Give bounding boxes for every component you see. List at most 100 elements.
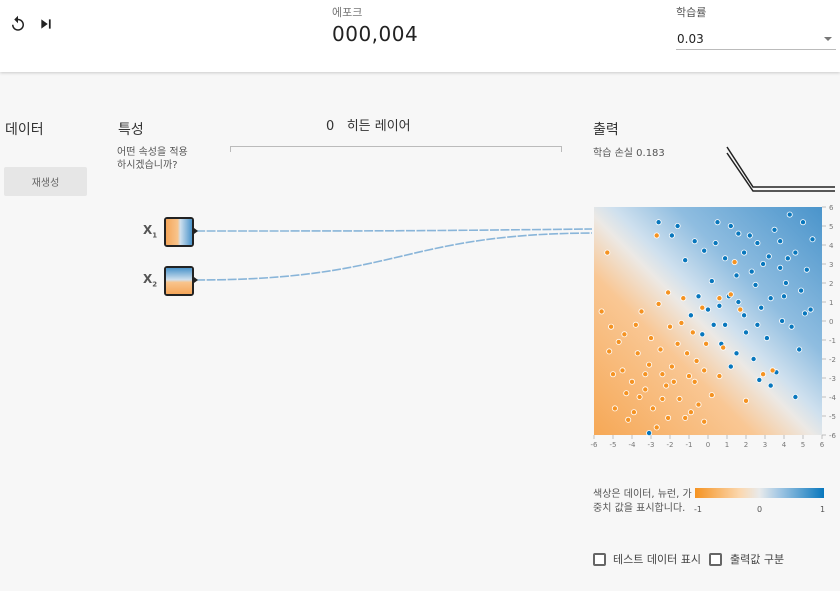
data-point-blue — [792, 249, 799, 256]
data-point-blue — [722, 255, 729, 262]
data-point-orange — [678, 319, 685, 326]
data-point-blue — [754, 240, 761, 247]
data-point-orange — [632, 321, 639, 328]
data-point-orange — [642, 371, 649, 378]
data-point-orange — [655, 300, 662, 307]
x-tick-label: -1 — [686, 441, 693, 449]
hidden-layer-count: 0 — [326, 119, 335, 134]
color-scale-tick-max: 1 — [820, 505, 826, 514]
epoch-value: 000,004 — [332, 22, 419, 46]
data-point-orange — [687, 409, 694, 416]
data-point-blue — [735, 299, 742, 306]
x-tick-label: 4 — [782, 441, 787, 449]
data-point-blue — [710, 321, 717, 328]
y-tick-label: -1 — [829, 337, 836, 345]
data-point-blue — [750, 355, 757, 362]
data-point-blue — [784, 255, 791, 262]
data-point-orange — [611, 405, 618, 412]
data-point-orange — [642, 386, 649, 393]
data-point-blue — [801, 310, 808, 317]
learning-rate-value: 0.03 — [677, 32, 704, 46]
feature-label-x1: X1 — [143, 223, 158, 240]
data-point-orange — [686, 373, 693, 380]
learning-rate-label: 학습률 — [676, 6, 707, 19]
feature-x2-node[interactable] — [164, 266, 194, 296]
data-point-blue — [655, 219, 662, 226]
data-point-blue — [767, 295, 774, 302]
x-tick-label: 2 — [744, 441, 748, 449]
data-point-orange — [657, 346, 664, 353]
feature-x2-heatmap — [166, 268, 192, 294]
discretize-output-label: 출력값 구분 — [730, 553, 785, 566]
data-point-orange — [691, 378, 698, 385]
data-point-orange — [665, 289, 672, 296]
data-point-blue — [807, 306, 814, 313]
discretize-output-checkbox[interactable] — [709, 553, 722, 566]
data-point-orange — [653, 424, 660, 431]
data-point-orange — [701, 367, 708, 374]
learning-rate-select[interactable]: 0.03 — [676, 26, 836, 50]
data-point-orange — [682, 414, 689, 421]
data-point-blue — [777, 264, 784, 271]
data-point-orange — [659, 371, 666, 378]
show-test-data-checkbox[interactable] — [593, 553, 606, 566]
x-tick-label: -6 — [591, 441, 599, 449]
color-scale-tick-min: -1 — [694, 505, 702, 514]
data-point-blue — [646, 430, 653, 437]
data-point-blue — [777, 238, 784, 245]
regenerate-button[interactable]: 재생성 — [4, 167, 87, 196]
data-point-blue — [727, 222, 734, 229]
data-point-blue — [727, 363, 734, 370]
data-point-orange — [731, 259, 738, 266]
data-point-blue — [796, 346, 803, 353]
data-point-orange — [636, 393, 643, 400]
y-tick-label: -2 — [829, 356, 836, 364]
data-point-orange — [742, 397, 749, 404]
data-point-orange — [701, 418, 708, 425]
output-title: 출력 — [593, 122, 619, 138]
data-point-blue — [695, 293, 702, 300]
data-point-blue — [722, 321, 729, 328]
data-point-orange — [693, 357, 700, 364]
x-tick-label: 0 — [706, 441, 710, 449]
data-point-blue — [687, 312, 694, 319]
data-point-blue — [733, 350, 740, 357]
data-point-blue — [746, 232, 753, 239]
feature-x2-arrow — [194, 277, 198, 283]
data-point-orange — [619, 367, 626, 374]
data-point-blue — [763, 335, 770, 342]
y-tick-label: -6 — [829, 432, 837, 440]
data-point-orange — [659, 395, 666, 402]
data-point-orange — [769, 367, 776, 374]
show-test-data-label: 테스트 데이터 표시 — [613, 553, 701, 566]
data-point-blue — [771, 226, 778, 233]
data-point-blue — [748, 268, 755, 275]
y-tick-label: 1 — [829, 299, 833, 307]
y-tick-label: 0 — [829, 318, 833, 326]
step-icon[interactable] — [37, 14, 55, 34]
feature-x1-node[interactable] — [164, 217, 194, 247]
reset-icon[interactable] — [8, 14, 28, 34]
data-point-blue — [735, 230, 742, 237]
data-point-blue — [752, 281, 759, 288]
data-point-blue — [809, 236, 816, 243]
data-point-orange — [699, 304, 706, 311]
y-tick-label: 6 — [829, 204, 834, 212]
data-point-orange — [708, 392, 715, 399]
y-tick-label: -4 — [829, 394, 837, 402]
data-point-orange — [737, 306, 744, 313]
data-point-orange — [703, 340, 710, 347]
data-point-blue — [668, 232, 675, 239]
data-point-blue — [803, 266, 810, 273]
data-point-blue — [758, 304, 765, 311]
hidden-layers-title: 0 히든 레이어 — [326, 115, 411, 134]
data-point-orange — [727, 291, 734, 298]
color-legend-text: 색상은 데이터, 뉴런, 가중치 값을 표시합니다. — [593, 489, 692, 514]
data-point-orange — [629, 378, 636, 385]
data-point-orange — [606, 348, 613, 355]
x-tick-label: -5 — [610, 441, 617, 449]
decision-boundary-background — [594, 207, 822, 435]
data-point-blue — [792, 393, 799, 400]
data-point-orange — [638, 308, 645, 315]
data-point-orange — [665, 414, 672, 421]
